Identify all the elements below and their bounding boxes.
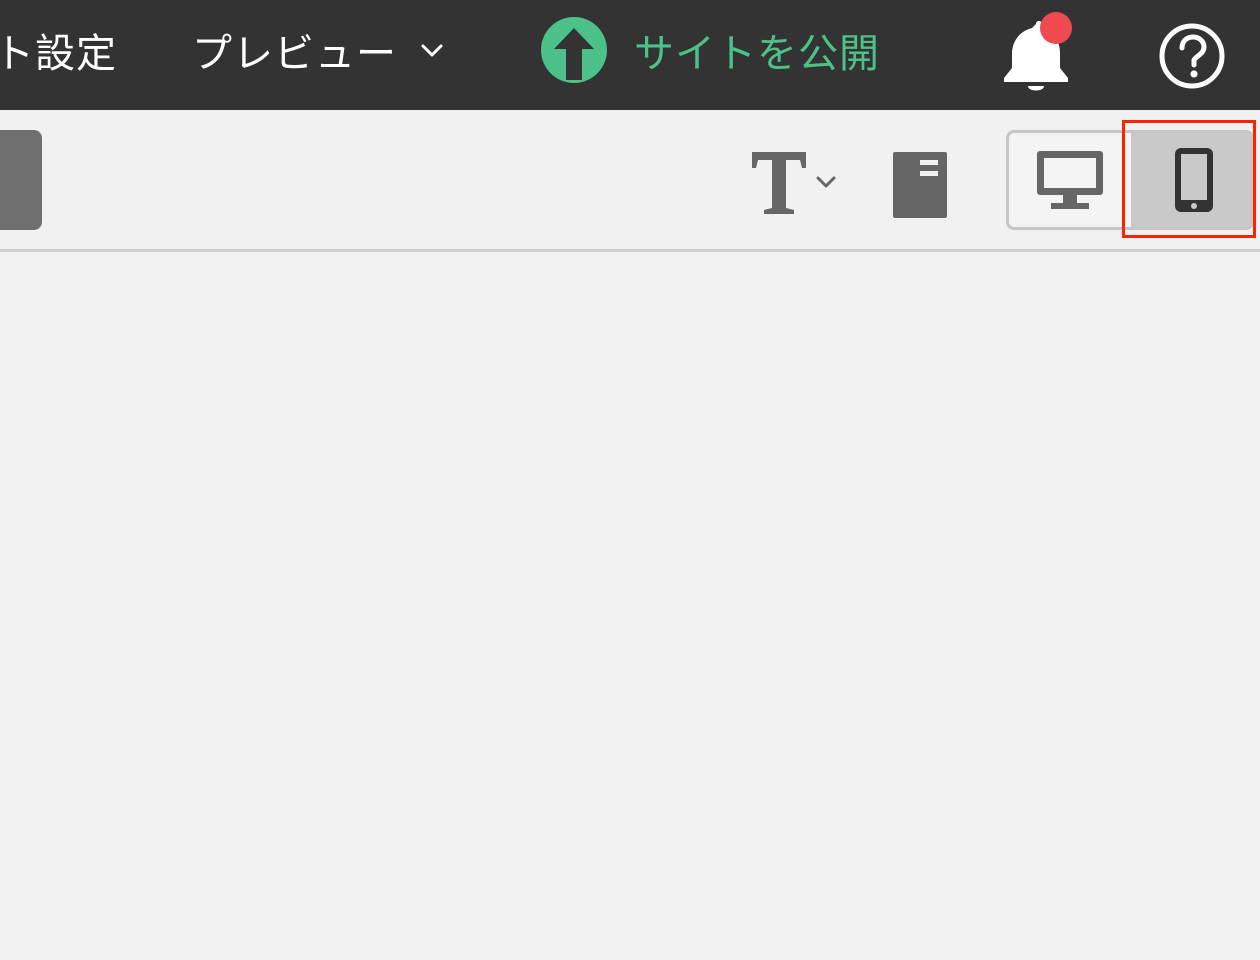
publish-site-label: サイトを公開: [634, 31, 880, 77]
editor-toolbar: [0, 110, 1260, 252]
smartphone-icon: [1175, 148, 1213, 212]
device-toggle: [1006, 130, 1254, 230]
mobile-view-button[interactable]: [1131, 133, 1251, 227]
desktop-view-button[interactable]: [1009, 133, 1131, 227]
chevron-down-icon: [421, 44, 443, 57]
site-settings-label: ト設定: [0, 31, 117, 77]
pages-button[interactable]: [890, 150, 950, 220]
preview-label: プレビュー: [192, 31, 397, 77]
notification-badge: [1040, 12, 1072, 44]
preview-dropdown[interactable]: プレビュー: [192, 0, 445, 100]
text-font-icon: [752, 152, 836, 214]
upload-arrow-icon: [541, 17, 607, 83]
site-settings-menu[interactable]: ト設定: [0, 0, 117, 100]
notifications-button[interactable]: [998, 10, 1078, 92]
left-panel-tab[interactable]: [0, 130, 42, 230]
question-circle-icon: [1159, 23, 1225, 89]
book-icon: [893, 152, 947, 218]
desktop-monitor-icon: [1037, 151, 1103, 209]
help-button[interactable]: [1158, 22, 1226, 90]
publish-site-button[interactable]: サイトを公開: [540, 0, 880, 100]
top-navigation-bar: ト設定 プレビュー サイトを公開: [0, 0, 1260, 110]
editor-canvas[interactable]: [0, 255, 1260, 960]
bell-icon: [1004, 12, 1072, 91]
font-style-dropdown[interactable]: [748, 148, 848, 220]
